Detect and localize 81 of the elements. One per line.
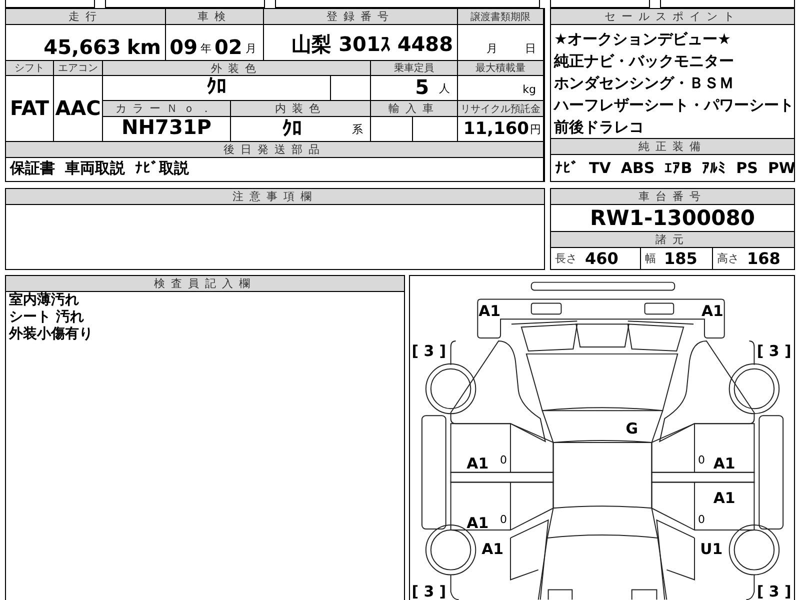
column-header: 譲渡書類期限 [458,9,544,25]
column-header: 外装色 [103,61,371,76]
column-header: カラーＮｏ． [103,101,231,117]
column-header: 登録番号 [264,9,458,25]
inspector-note: 外装小傷有り [8,326,94,343]
capacity-value: 5 [415,76,429,98]
dimension-label: 高さ [717,251,739,266]
unit-label: 人 [439,81,450,96]
equipment-item: TV [589,159,611,177]
column-header: エアコン [54,61,103,76]
rating-label: [ 3 ] [412,582,446,600]
unit-label: km [126,36,161,58]
document-item: ﾅﾋﾞ取説 [135,159,189,178]
section-header: 検査員記入欄 [6,276,404,292]
mileage-value: 45,663 [44,36,121,58]
panel-count: 0 [698,513,705,526]
dimension-label: 幅 [645,251,656,266]
unit-label: 円 [530,122,541,137]
year-value: 09 [170,36,198,58]
unit-label: 月 [486,41,498,56]
section-header: 諸元 [551,232,794,248]
damage-code: U1 [700,540,723,558]
equipment-item: ｱﾙﾐ [702,159,726,177]
column-header: リサイクル預託金 [458,101,544,117]
dimension-label: 長さ [555,251,577,266]
section-header: 車台番号 [551,189,794,205]
column-header: 輸入車 [371,101,458,117]
section-header: 純正装備 [551,139,794,155]
unit-label: 年 [200,41,212,56]
unit-label: 月 [245,41,256,56]
column-header: 後日発送部品 [6,142,544,158]
sales-point: ホンダセンシング・ＢＳＭ [554,73,735,94]
table-cell: ｸﾛ [103,76,331,101]
rating-label: [ 3 ] [756,342,792,360]
unit-label: 系 [352,122,363,137]
equipment-item: ABS [620,159,655,177]
column-header: 乗車定員 [371,61,458,76]
table-cell: FAT [6,76,54,142]
rating-label: [ 3 ] [756,582,792,600]
panel-count: 0 [698,453,705,466]
damage-code: A1 [466,454,489,472]
equipment-item: ｴｱB [664,159,692,177]
sales-point: ハーフレザーシート・パワーシート [554,95,791,116]
sales-point: 純正ナビ・バックモニター [554,51,735,72]
damage-code: A1 [701,302,724,320]
sales-point: ★オークションデビュー★ [554,29,732,50]
equipment-item: ﾅﾋﾞ [555,159,579,177]
unit-label: kg [522,83,536,96]
column-header: 走行 [6,9,166,25]
panel-count: 0 [500,453,507,466]
recycle-fee-value: 11,160 [463,120,529,139]
dimension-value: 168 [747,249,780,268]
column-header: シフト [6,61,54,76]
column-header: 内装色 [231,101,371,117]
document-item: 保証書 [10,159,55,178]
document-item: 車両取説 [65,159,125,178]
dimension-value: 460 [585,249,618,268]
damage-code: A1 [713,489,736,508]
damage-code: G [626,420,638,438]
panel-count: 0 [500,513,507,526]
inspector-note: 室内薄汚れ [8,292,80,309]
column-header: 車検 [166,9,264,25]
table-cell: AAC [54,76,103,142]
unit-label: 日 [525,41,536,56]
equipment-item: PW [768,159,796,177]
rating-label: [ 3 ] [412,342,446,360]
damage-code: A1 [482,540,504,558]
dimension-value: 185 [664,249,698,268]
plate-number: 山梨 301ｽ 4488 [264,25,458,61]
damage-code: A1 [478,302,501,320]
damage-code: A1 [466,514,489,532]
inspector-note: シート 汚れ [8,309,85,326]
month-value: 02 [214,36,242,58]
sales-point: 前後ドラレコ [554,117,645,138]
damage-code: A1 [713,454,736,472]
section-header: セールスポイント [551,9,794,25]
interior-color-value: ｸﾛ [282,117,302,139]
column-header: 最大積載量 [458,61,544,76]
equipment-item: PS [736,159,758,177]
table-cell: NH731P [103,117,231,142]
section-header: 注意事項欄 [6,189,544,205]
